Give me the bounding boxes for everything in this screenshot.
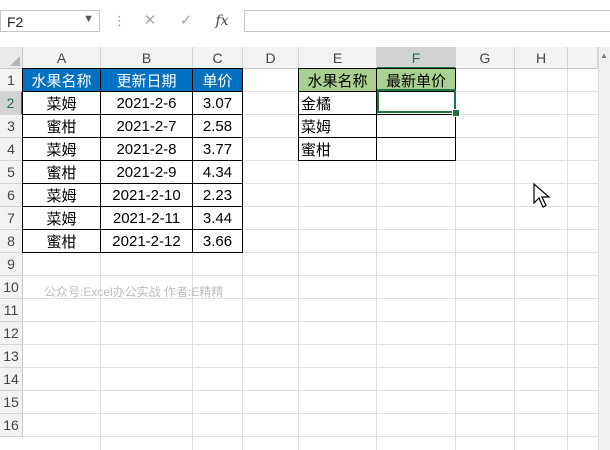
fruit-table-header[interactable]: 水果名称: [22, 68, 101, 92]
check-icon[interactable]: ✓: [174, 10, 198, 32]
row-header-7[interactable]: 7: [0, 207, 23, 230]
row-header-14[interactable]: 14: [0, 368, 23, 391]
fruit-table-cell[interactable]: 3.07: [192, 91, 243, 115]
chevron-down-icon[interactable]: ▼: [83, 13, 94, 25]
fruit-table-cell[interactable]: 菜姆: [22, 137, 101, 161]
fruit-table-header[interactable]: 单价: [192, 68, 243, 92]
row-header-6[interactable]: 6: [0, 184, 23, 207]
fruit-table-cell[interactable]: 菜姆: [22, 183, 101, 207]
fruit-table-cell[interactable]: 2021-2-7: [100, 114, 193, 138]
row-gridline: [23, 275, 598, 276]
row-header-15[interactable]: 15: [0, 391, 23, 414]
row-header-10[interactable]: 10: [0, 276, 23, 299]
row-header-1[interactable]: 1: [0, 69, 23, 92]
row-header-11[interactable]: 11: [0, 299, 23, 322]
row-gridline: [23, 321, 598, 322]
grip-icon: ⋮: [113, 13, 126, 28]
fruit-table-cell[interactable]: 3.66: [192, 229, 243, 253]
row-gridline: [23, 367, 598, 368]
name-box-value: F2: [7, 14, 24, 30]
column-header-h[interactable]: H: [515, 47, 568, 69]
fruit-table-cell[interactable]: 蜜柑: [22, 229, 101, 253]
column-gridline: [567, 69, 568, 450]
insert-function-button[interactable]: fx: [210, 10, 234, 32]
fruit-table-cell[interactable]: 2021-2-8: [100, 137, 193, 161]
selected-cell-border: [377, 89, 456, 113]
column-gridline: [514, 69, 515, 450]
fill-handle[interactable]: [452, 109, 460, 117]
lookup-price-cell[interactable]: [376, 114, 456, 138]
lookup-fruit-name-cell[interactable]: 菜姆: [298, 114, 377, 138]
row-header-3[interactable]: 3: [0, 115, 23, 138]
row-header-13[interactable]: 13: [0, 345, 23, 368]
lookup-fruit-name-cell[interactable]: 金橘: [298, 91, 377, 115]
lookup-table-header[interactable]: 水果名称: [298, 68, 377, 92]
column-header-c[interactable]: C: [193, 47, 243, 69]
row-header-2[interactable]: 2: [0, 92, 23, 115]
fruit-table-cell[interactable]: 2021-2-9: [100, 160, 193, 184]
fruit-table-cell[interactable]: 菜姆: [22, 91, 101, 115]
fruit-table-cell[interactable]: 蜜柑: [22, 160, 101, 184]
formula-buttons: ✕ ✓ fx: [130, 10, 240, 32]
fruit-table-cell[interactable]: 2021-2-6: [100, 91, 193, 115]
mouse-cursor-icon: [533, 183, 551, 208]
fruit-table-cell[interactable]: 3.77: [192, 137, 243, 161]
column-header-b[interactable]: B: [101, 47, 193, 69]
row-gridline: [23, 436, 598, 437]
fruit-table-cell[interactable]: 2021-2-11: [100, 206, 193, 230]
fruit-table-cell[interactable]: 2021-2-10: [100, 183, 193, 207]
column-header-f[interactable]: F: [377, 47, 456, 69]
row-header-4[interactable]: 4: [0, 138, 23, 161]
formula-input[interactable]: [244, 10, 610, 32]
row-header-9[interactable]: 9: [0, 253, 23, 276]
spreadsheet-grid[interactable]: ABCDEFGH 1 2 3 4 5 6 7 8 9 10 11 12 13 14 15 16 水果名称 更新日…: [0, 47, 610, 450]
column-header-d[interactable]: D: [243, 47, 299, 69]
row-gridline: [23, 390, 598, 391]
fruit-table-cell[interactable]: 3.44: [192, 206, 243, 230]
lookup-price-cell[interactable]: [376, 137, 456, 161]
lookup-fruit-name-cell[interactable]: 蜜柑: [298, 137, 377, 161]
fruit-table-cell[interactable]: 2.58: [192, 114, 243, 138]
select-all-button[interactable]: [0, 47, 23, 69]
row-header-12[interactable]: 12: [0, 322, 23, 345]
name-box[interactable]: F2 ▼: [0, 10, 100, 32]
formula-bar: F2 ▼ ⋮ ✕ ✓ fx: [0, 0, 610, 40]
row-gridline: [23, 344, 598, 345]
fruit-table-cell[interactable]: 4.34: [192, 160, 243, 184]
fruit-table-cell[interactable]: 蜜柑: [22, 114, 101, 138]
column-header-e[interactable]: E: [299, 47, 377, 69]
scroll-up-icon[interactable]: ▲: [600, 51, 608, 60]
cancel-icon[interactable]: ✕: [138, 10, 162, 32]
row-header-16[interactable]: 16: [0, 414, 23, 437]
fruit-table-header[interactable]: 更新日期: [100, 68, 193, 92]
row-header-8[interactable]: 8: [0, 230, 23, 253]
vertical-scrollbar[interactable]: ▲: [598, 47, 610, 450]
column-header-filler: [568, 47, 598, 69]
fruit-table-cell[interactable]: 2.23: [192, 183, 243, 207]
fruit-table-cell[interactable]: 2021-2-12: [100, 229, 193, 253]
column-header-g[interactable]: G: [456, 47, 515, 69]
column-header-a[interactable]: A: [23, 47, 101, 69]
fruit-table-cell[interactable]: 菜姆: [22, 206, 101, 230]
row-header-5[interactable]: 5: [0, 161, 23, 184]
row-gridline: [23, 413, 598, 414]
watermark-text: 公众号:Excel办公实战 作者:E精精: [44, 285, 224, 299]
